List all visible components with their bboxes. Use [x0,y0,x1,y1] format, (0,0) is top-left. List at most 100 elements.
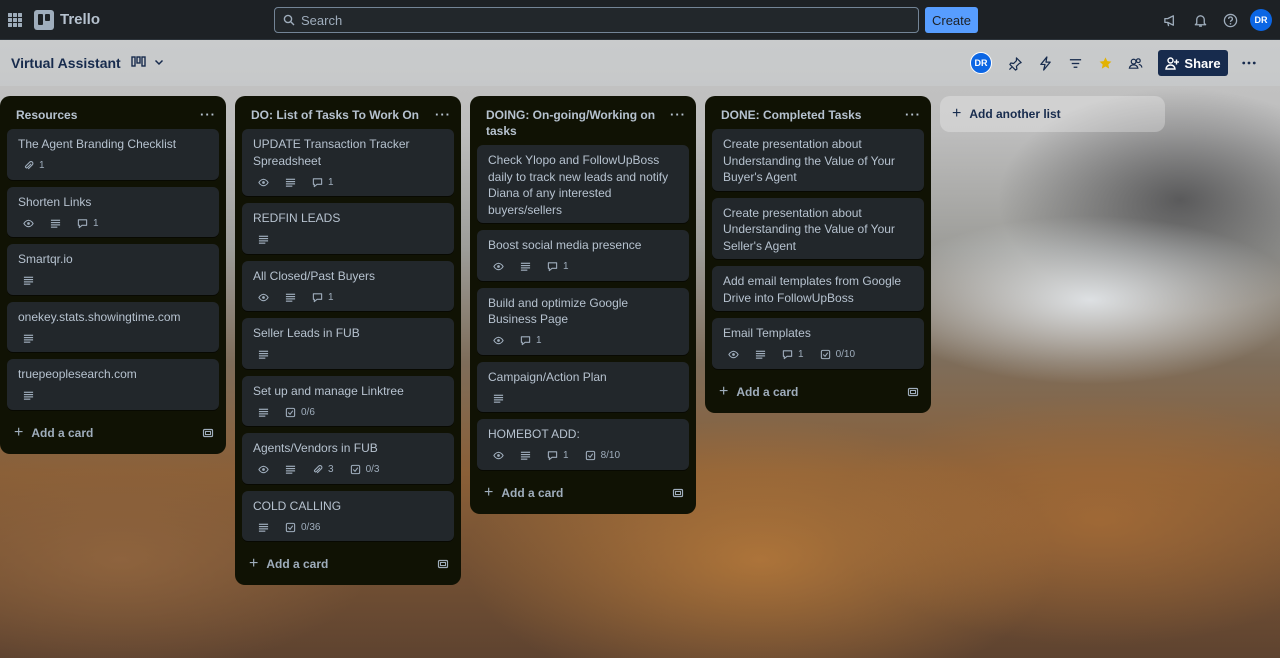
add-card-button[interactable]: + Add a card [719,383,798,401]
search-box[interactable] [274,7,919,33]
comment-badge: 1 [307,177,334,188]
star-icon[interactable] [1092,50,1118,76]
comment-badge: 1 [777,349,804,360]
card[interactable]: HOMEBOT ADD: 1 8/10 [477,419,689,470]
watch-icon [493,261,504,272]
board-member-avatar[interactable]: DR [970,52,992,74]
card-template-icon[interactable] [437,558,449,570]
list-title[interactable]: Resources [16,107,186,123]
list-title[interactable]: DOING: On-going/Working on tasks [486,107,656,139]
help-icon[interactable] [1218,8,1242,32]
card[interactable]: Set up and manage Linktree 0/6 [242,375,454,426]
share-button[interactable]: Share [1158,50,1228,76]
app-switcher-icon[interactable] [4,9,26,31]
card-title: Shorten Links [18,194,92,209]
description-badge [750,349,766,360]
add-card-button[interactable]: + Add a card [14,424,93,442]
comment-icon [77,218,88,229]
card[interactable]: truepeoplesearch.com [7,359,219,410]
card[interactable]: Smartqr.io [7,244,219,295]
card[interactable]: onekey.stats.showingtime.com [7,301,219,352]
automation-icon[interactable] [1032,50,1058,76]
watch-badge [488,450,504,461]
card-template-icon[interactable] [672,487,684,499]
card-badges: 0/6 [253,403,444,421]
card-template-icon[interactable] [907,386,919,398]
card[interactable]: REDFIN LEADS [242,203,454,254]
comment-count: 1 [798,349,804,360]
add-card-button[interactable]: + Add a card [484,484,563,502]
attachment-badge: 3 [307,464,334,475]
description-badge [280,464,296,475]
card-title: Boost social media presence [488,238,642,252]
checklist-icon [585,450,596,461]
card[interactable]: COLD CALLING 0/36 [242,490,454,541]
watch-badge [253,464,269,475]
card[interactable]: Add email templates from Google Drive in… [712,266,924,311]
comment-icon [782,349,793,360]
description-icon [520,261,531,272]
description-icon [258,522,269,533]
list-menu-icon[interactable]: ··· [905,107,921,123]
bell-icon[interactable] [1188,8,1212,32]
card[interactable]: Create presentation about Understanding … [712,197,924,259]
comment-icon [312,177,323,188]
list-menu-icon[interactable]: ··· [670,107,686,123]
add-list-button[interactable]: + Add another list [940,96,1165,132]
filter-icon[interactable] [1062,50,1088,76]
search-icon [283,14,295,26]
card[interactable]: The Agent Branding Checklist 1 [7,129,219,180]
list: Resources ··· The Agent Branding Checklist… [0,96,226,454]
list-title[interactable]: DO: List of Tasks To Work On [251,107,421,123]
description-icon [493,393,504,404]
more-options-icon[interactable] [1236,50,1262,76]
card[interactable]: Email Templates 1 0/10 [712,318,924,369]
comment-badge: 1 [542,450,569,461]
card-badges [18,387,209,405]
card[interactable]: Shorten Links 1 [7,186,219,237]
board-view-icon [131,56,146,67]
list-menu-icon[interactable]: ··· [435,107,451,123]
pin-icon[interactable] [1002,50,1028,76]
comment-icon [547,261,558,272]
card[interactable]: Check Ylopo and FollowUpBoss daily to tr… [477,145,689,223]
description-icon [23,390,34,401]
trello-logo-icon [34,9,54,30]
list-title[interactable]: DONE: Completed Tasks [721,107,891,123]
card-template-icon[interactable] [202,427,214,439]
members-icon[interactable] [1122,50,1148,76]
card[interactable]: Campaign/Action Plan [477,361,689,412]
board-title[interactable]: Virtual Assistant [11,55,121,71]
add-card-button[interactable]: + Add a card [249,555,328,573]
description-icon [520,450,531,461]
card[interactable]: Boost social media presence 1 [477,230,689,281]
card-title: Create presentation about Understanding … [723,137,895,184]
card-title: HOMEBOT ADD: [488,427,580,441]
card[interactable]: Build and optimize Google Business Page 1 [477,287,689,355]
card[interactable]: Seller Leads in FUB [242,318,454,369]
card[interactable]: Agents/Vendors in FUB 3 0/3 [242,433,454,484]
search-input[interactable] [301,12,901,28]
card[interactable]: All Closed/Past Buyers 1 [242,260,454,311]
description-icon [755,349,766,360]
card-badges: 1 [488,258,679,276]
create-button[interactable]: Create [925,7,978,33]
add-list-label: Add another list [969,107,1061,121]
checklist-badge: 8/10 [580,450,620,461]
comment-badge: 1 [307,292,334,303]
top-nav: Trello Create DR [0,0,1280,40]
board-view-switcher[interactable] [131,55,164,69]
add-card-label: Add a card [266,557,329,571]
description-icon [285,292,296,303]
list-menu-icon[interactable]: ··· [200,107,216,123]
description-badge [253,349,269,360]
card[interactable]: UPDATE Transaction Tracker Spreadsheet 1 [242,129,454,196]
checklist-badge: 0/10 [815,349,855,360]
card[interactable]: Create presentation about Understanding … [712,129,924,191]
megaphone-icon[interactable] [1158,8,1182,32]
comment-count: 1 [536,335,542,346]
card-badges: 3 0/3 [253,461,444,479]
description-badge [280,292,296,303]
trello-logo[interactable]: Trello [34,8,100,32]
account-avatar[interactable]: DR [1250,9,1272,31]
